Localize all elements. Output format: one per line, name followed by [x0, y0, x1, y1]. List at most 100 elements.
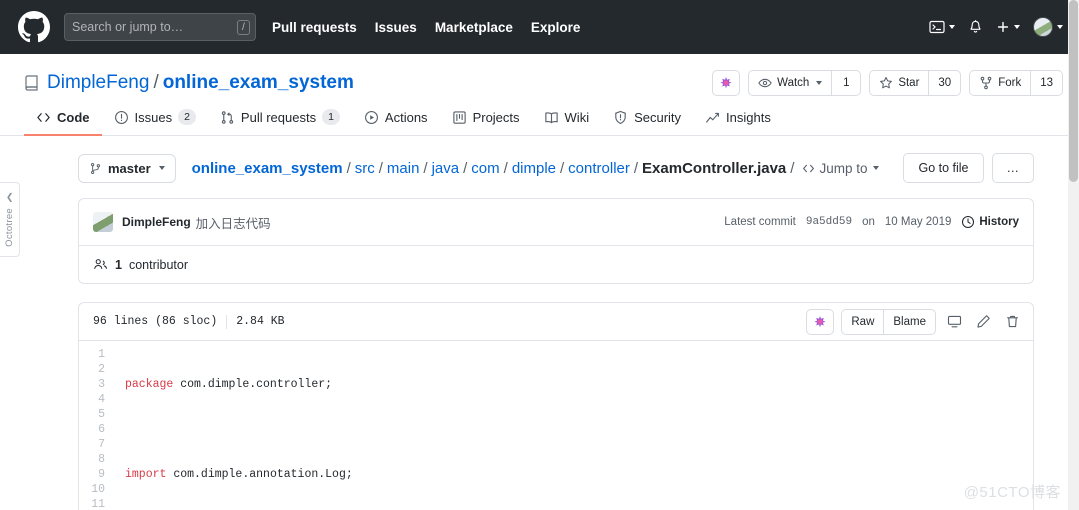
- watch-button-group[interactable]: Watch 1: [748, 70, 861, 96]
- fork-label: Fork: [998, 77, 1021, 89]
- raw-button[interactable]: Raw: [841, 309, 883, 335]
- trash-delete-icon[interactable]: [1001, 311, 1023, 333]
- tab-actions[interactable]: Actions: [352, 110, 440, 136]
- watch-button[interactable]: Watch: [748, 70, 831, 96]
- repo-title-separator: /: [153, 72, 158, 94]
- tab-insights[interactable]: Insights: [693, 110, 783, 136]
- commit-author-name[interactable]: DimpleFeng: [122, 215, 191, 229]
- code-lines[interactable]: package com.dimple.controller; import co…: [113, 341, 1033, 510]
- git-pull-request-icon: [220, 110, 235, 125]
- tab-security-label: Security: [634, 110, 681, 125]
- octotree-sidebar-toggle[interactable]: ❯ Octotree: [0, 182, 20, 257]
- tab-actions-label: Actions: [385, 110, 428, 125]
- tab-wiki[interactable]: Wiki: [532, 110, 602, 136]
- line-number[interactable]: 2: [79, 362, 105, 377]
- issue-opened-icon: [114, 110, 129, 125]
- tab-pull-requests-label: Pull requests: [241, 110, 316, 125]
- file-sparkle-button[interactable]: [806, 309, 834, 335]
- repo-name-link[interactable]: online_exam_system: [163, 72, 354, 94]
- star-button[interactable]: Star: [869, 70, 928, 96]
- scrollbar-thumb[interactable]: [1069, 0, 1078, 182]
- search-box[interactable]: /: [64, 13, 256, 41]
- commit-author-avatar[interactable]: [93, 212, 113, 232]
- line-number[interactable]: 6: [79, 422, 105, 437]
- shield-icon: [613, 110, 628, 125]
- line-number[interactable]: 9: [79, 467, 105, 482]
- github-file-view-page: / Pull requests Issues Marketplace Explo…: [0, 0, 1079, 510]
- line-number[interactable]: 3: [79, 377, 105, 392]
- chevron-right-icon: ❯: [6, 192, 14, 203]
- tab-code-label: Code: [57, 110, 90, 125]
- history-button[interactable]: History: [961, 215, 1019, 229]
- branch-selector-button[interactable]: master: [78, 154, 176, 183]
- watermark: @51CTO博客: [964, 481, 1061, 502]
- tab-code[interactable]: Code: [24, 110, 102, 136]
- breadcrumb-item-1[interactable]: src: [355, 160, 375, 177]
- star-icon: [879, 76, 893, 90]
- raw-blame-group[interactable]: Raw Blame: [841, 309, 936, 335]
- star-button-group[interactable]: Star 30: [869, 70, 961, 96]
- breadcrumb-item-4[interactable]: com: [471, 160, 499, 177]
- tab-pull-requests[interactable]: Pull requests 1: [208, 109, 352, 136]
- breadcrumb-slash: /: [504, 160, 508, 177]
- tab-projects[interactable]: Projects: [440, 110, 532, 136]
- repo-actions: Watch 1 Star 30: [712, 70, 1063, 96]
- blame-button[interactable]: Blame: [883, 309, 936, 335]
- commit-meta: Latest commit 9a5dd59 on 10 May 2019 His…: [724, 215, 1019, 229]
- line-number[interactable]: 7: [79, 437, 105, 452]
- project-board-icon: [452, 110, 467, 125]
- header-right-actions: [929, 17, 1063, 37]
- breadcrumb-item-6[interactable]: controller: [568, 160, 630, 177]
- commit-info-box: DimpleFeng 加入日志代码 Latest commit 9a5dd59 …: [78, 198, 1034, 284]
- star-count[interactable]: 30: [928, 70, 961, 96]
- sponsor-sparkle-button[interactable]: [712, 70, 740, 96]
- commit-message[interactable]: 加入日志代码: [196, 213, 271, 232]
- breadcrumb-slash: /: [379, 160, 383, 177]
- watch-count[interactable]: 1: [831, 70, 861, 96]
- github-mark-icon[interactable]: [18, 11, 50, 43]
- contributors-count: 1: [115, 258, 122, 272]
- jump-to-button[interactable]: Jump to: [802, 161, 879, 176]
- nav-marketplace[interactable]: Marketplace: [435, 20, 513, 35]
- line-number[interactable]: 5: [79, 407, 105, 422]
- breadcrumb-item-0[interactable]: online_exam_system: [192, 160, 343, 177]
- nav-issues[interactable]: Issues: [375, 20, 417, 35]
- chevron-down-icon: [873, 166, 879, 170]
- go-to-file-button[interactable]: Go to file: [903, 153, 983, 183]
- tab-projects-label: Projects: [473, 110, 520, 125]
- desktop-download-icon[interactable]: [943, 311, 965, 333]
- pencil-edit-icon[interactable]: [972, 311, 994, 333]
- line-number[interactable]: 11: [79, 497, 105, 510]
- line-number[interactable]: 8: [79, 452, 105, 467]
- fork-button-group[interactable]: Fork 13: [969, 70, 1063, 96]
- nav-pull-requests[interactable]: Pull requests: [272, 20, 357, 35]
- chevron-down-icon: [949, 25, 955, 29]
- file-toolbar: 96 lines (86 sloc) 2.84 KB Raw Blame: [79, 303, 1033, 341]
- page-scrollbar[interactable]: [1068, 0, 1079, 510]
- contributors-row: 1 contributor: [79, 245, 1033, 283]
- search-input[interactable]: [72, 20, 233, 34]
- avatar[interactable]: [1033, 17, 1063, 37]
- line-number[interactable]: 1: [79, 347, 105, 362]
- plus-icon[interactable]: [996, 20, 1020, 34]
- breadcrumb-item-3[interactable]: java: [432, 160, 460, 177]
- breadcrumb-item-5[interactable]: dimple: [512, 160, 556, 177]
- line-number[interactable]: 4: [79, 392, 105, 407]
- more-options-button[interactable]: …: [992, 153, 1035, 183]
- latest-commit-row: DimpleFeng 加入日志代码 Latest commit 9a5dd59 …: [79, 199, 1033, 245]
- breadcrumb-item-2[interactable]: main: [387, 160, 420, 177]
- notifications-bell-icon[interactable]: [968, 19, 983, 35]
- fork-button[interactable]: Fork: [969, 70, 1030, 96]
- nav-explore[interactable]: Explore: [531, 20, 581, 35]
- page-title: DimpleFeng / online_exam_system: [24, 72, 354, 94]
- tab-issues[interactable]: Issues 2: [102, 109, 208, 136]
- star-label: Star: [898, 77, 919, 89]
- fork-count[interactable]: 13: [1030, 70, 1063, 96]
- global-header: / Pull requests Issues Marketplace Explo…: [0, 0, 1079, 54]
- terminal-icon[interactable]: [929, 19, 955, 35]
- tab-security[interactable]: Security: [601, 110, 693, 136]
- breadcrumb-current-file: ExamController.java: [642, 160, 786, 177]
- commit-sha[interactable]: 9a5dd59: [806, 216, 852, 228]
- line-number[interactable]: 10: [79, 482, 105, 497]
- repo-owner-link[interactable]: DimpleFeng: [47, 72, 149, 94]
